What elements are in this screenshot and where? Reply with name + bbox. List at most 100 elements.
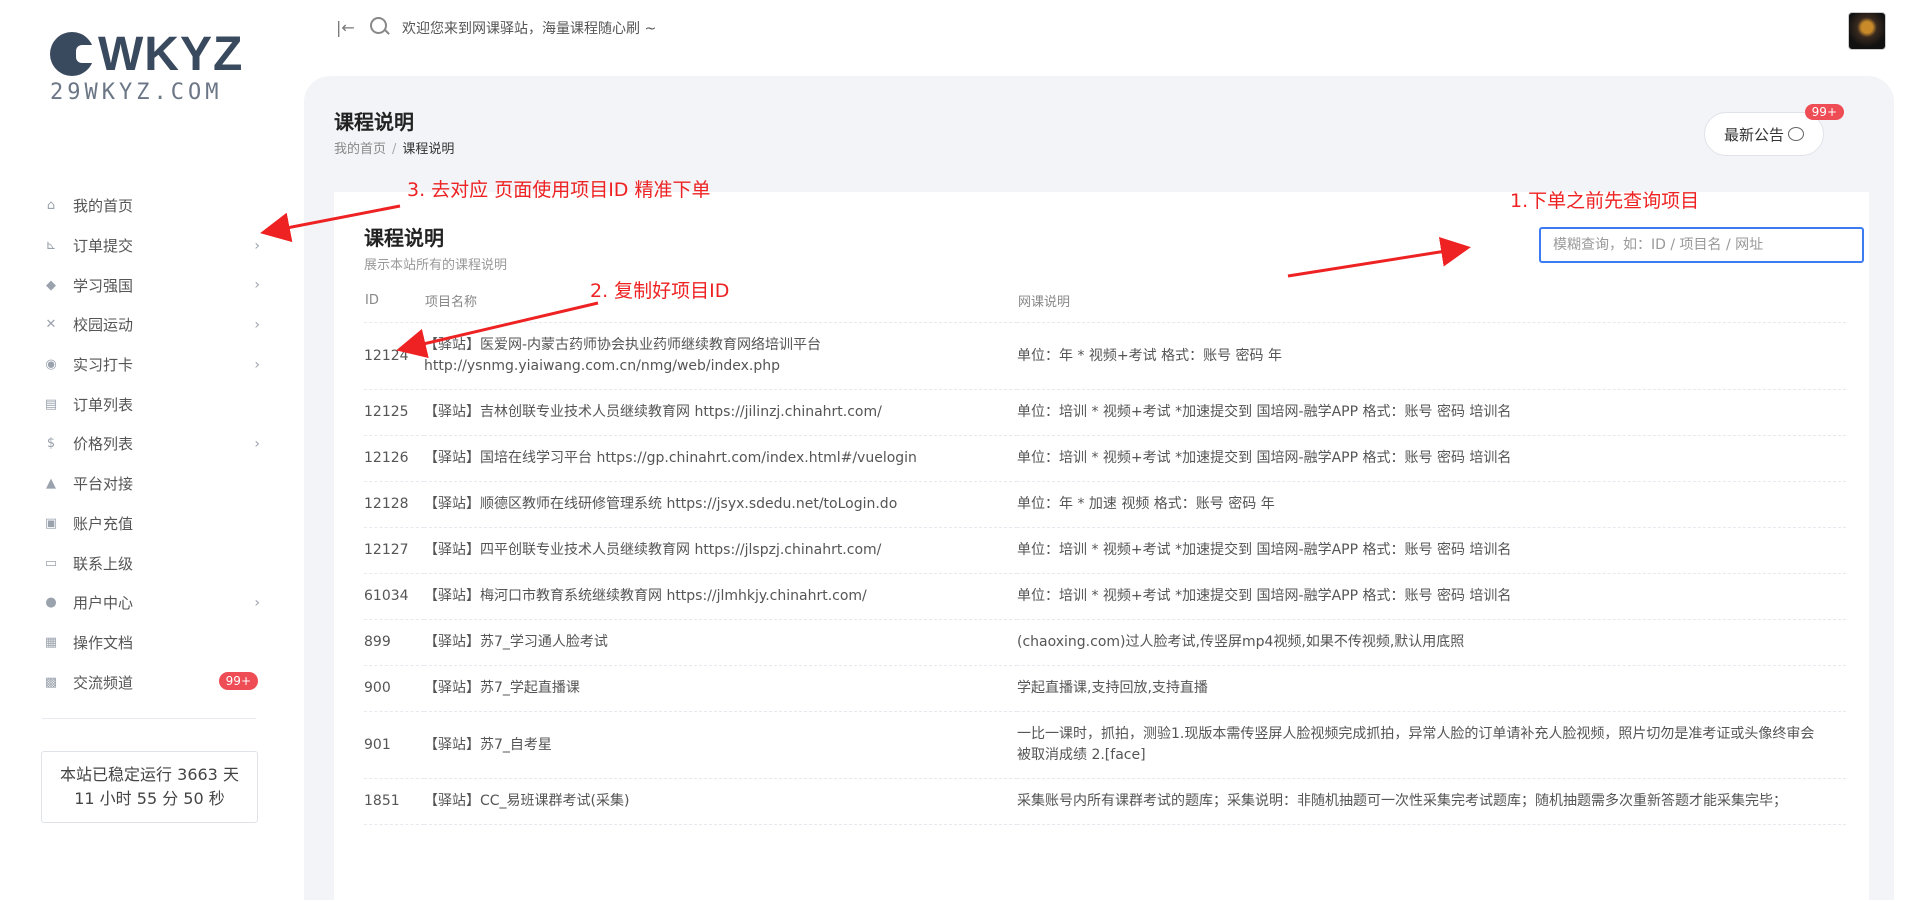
- sidebar-item-2[interactable]: ◆ 学习强国 ›: [40, 265, 262, 305]
- column-header-id[interactable]: ID: [364, 278, 424, 323]
- cell-name: 【驿站】苏7_学起直播课: [424, 665, 1017, 712]
- cell-desc: 一比一课时，抓拍，测验1.现版本需传竖屏人脸视频完成抓拍，异常人脸的订单请补充人…: [1017, 711, 1846, 779]
- table-row[interactable]: 1851 【驿站】CC_易班课群考试(采集) 采集账号内所有课群考试的题库；采集说明…: [364, 778, 1846, 825]
- sidebar-item-12[interactable]: ▩ 交流频道 99+: [40, 662, 262, 702]
- sidebar-item-label: 订单提交: [73, 237, 134, 256]
- table-row[interactable]: 900 【驿站】苏7_学起直播课 学起直播课,支持回放,支持直播: [364, 665, 1846, 712]
- collapse-sidebar-icon[interactable]: |←: [336, 18, 355, 37]
- cart-icon: ⊾: [45, 238, 57, 254]
- table-row[interactable]: 61034 【驿站】梅河口市教育系统继续教育网 https://jlmhkjy.c…: [364, 573, 1846, 620]
- cell-name: 【驿站】吉林创联专业技术人员继续教育网 https://jilinzj.chin…: [424, 389, 1017, 436]
- logo-mark-icon: [50, 32, 98, 76]
- chat-icon: ▩: [44, 674, 58, 690]
- page-title: 课程说明: [334, 110, 414, 134]
- sidebar-item-label: 用户中心: [73, 594, 134, 613]
- cell-id: 61034: [364, 573, 424, 620]
- table-row[interactable]: 12126 【驿站】国培在线学习平台 https://gp.chinahrt.co…: [364, 435, 1846, 482]
- cell-name: 【驿站】苏7_学习通人脸考试: [424, 619, 1017, 666]
- logo-subtext: 29WKYZ.COM: [50, 80, 223, 105]
- table-row[interactable]: 12124 【驿站】医爱网-内蒙古药师协会执业药师继续教育网络培训平台 http:…: [364, 322, 1846, 390]
- sidebar-item-3[interactable]: ✕ 校园运动 ›: [40, 305, 262, 345]
- avatar[interactable]: [1848, 12, 1886, 50]
- cell-id: 1851: [364, 778, 424, 825]
- link-icon: ▲: [46, 476, 56, 492]
- table-row[interactable]: 12128 【驿站】顺德区教师在线研修管理系统 https://jsyx.sded…: [364, 481, 1846, 528]
- chevron-right-icon: ›: [254, 594, 260, 611]
- sidebar-item-label: 校园运动: [73, 316, 134, 335]
- chevron-right-icon: ›: [254, 316, 260, 333]
- cell-desc: 单位：培训 * 视频+考试 *加速提交到 国培网-融学APP 格式：账号 密码 …: [1017, 573, 1846, 620]
- document-icon: ▦: [44, 634, 58, 650]
- announcement-badge: 99+: [1804, 104, 1844, 120]
- table-row[interactable]: 899 【驿站】苏7_学习通人脸考试 (chaoxing.com)过人脸考试,传竖屏…: [364, 619, 1846, 666]
- topbar: |← 欢迎您来到网课驿站，海量课程随心刷 ~: [300, 0, 1920, 60]
- card-subtitle: 展示本站所有的课程说明: [364, 258, 508, 273]
- wallet-icon: ▣: [44, 515, 58, 531]
- user-icon: ●: [45, 595, 57, 611]
- table-header-row: ID 项目名称 网课说明: [364, 278, 1846, 323]
- sidebar-item-8[interactable]: ▣ 账户充值: [40, 504, 262, 544]
- sidebar-item-label: 实习打卡: [73, 356, 134, 375]
- sidebar-nav: ⌂ 我的首页 ⊾ 订单提交 › ◆ 学习强国 › ✕ 校园运动 › ◉ 实习打卡 › ▤ 订单列表 $ 价格列表 ›…: [40, 186, 262, 702]
- table-row[interactable]: 12127 【驿站】四平创联专业技术人员继续教育网 https://jlspzj.…: [364, 527, 1846, 574]
- announcement-button[interactable]: 最新公告: [1704, 112, 1824, 156]
- cell-desc: 单位：年 * 视频+考试 格式：账号 密码 年: [1017, 322, 1846, 390]
- cell-name: 【驿站】顺德区教师在线研修管理系统 https://jsyx.sdedu.net…: [424, 481, 1017, 528]
- cell-id: 12125: [364, 389, 424, 436]
- cell-desc: 单位：培训 * 视频+考试 *加速提交到 国培网-融学APP 格式：账号 密码 …: [1017, 527, 1846, 574]
- cell-name: 【驿站】医爱网-内蒙古药师协会执业药师继续教育网络培训平台 http://ysn…: [424, 322, 1017, 390]
- cell-id: 901: [364, 711, 424, 779]
- chevron-right-icon: ›: [254, 356, 260, 373]
- sidebar-item-1[interactable]: ⊾ 订单提交 ›: [40, 226, 262, 266]
- table-row[interactable]: 901 【驿站】苏7_自考星 一比一课时，抓拍，测验1.现版本需传竖屏人脸视频完成抓…: [364, 711, 1846, 779]
- announcement-label: 最新公告: [1723, 125, 1784, 144]
- sidebar-item-0[interactable]: ⌂ 我的首页: [40, 186, 262, 226]
- uptime-time: 11 小时 55 分 50 秒: [74, 789, 225, 808]
- breadcrumb-home[interactable]: 我的首页: [334, 142, 386, 157]
- annotation-step3: 3. 去对应 页面使用项目ID 精准下单: [407, 179, 711, 201]
- cell-id: 900: [364, 665, 424, 712]
- logo-text: WKYZ: [98, 27, 244, 81]
- home-icon: ⌂: [46, 198, 56, 214]
- course-card: 课程说明 展示本站所有的课程说明 ID 项目名称 网课说明 12124【驿站】医…: [334, 192, 1869, 902]
- sidebar-item-11[interactable]: ▦ 操作文档: [40, 623, 262, 663]
- card-title: 课程说明: [364, 226, 444, 250]
- cell-id: 12124: [364, 322, 424, 390]
- logo[interactable]: WKYZ 29WKYZ.COM: [50, 27, 244, 108]
- sidebar-divider: [42, 718, 256, 719]
- annotation-step2: 2. 复制好项目ID: [590, 280, 730, 302]
- sidebar-item-label: 交流频道: [73, 673, 134, 692]
- sidebar-item-label: 平台对接: [73, 475, 134, 494]
- sidebar-item-10[interactable]: ● 用户中心 ›: [40, 583, 262, 623]
- list-icon: ▤: [44, 396, 58, 412]
- sidebar-item-label: 价格列表: [73, 435, 134, 454]
- table-row[interactable]: 12125 【驿站】吉林创联专业技术人员继续教育网 https://jilinzj…: [364, 389, 1846, 436]
- breadcrumb: 我的首页 / 课程说明: [334, 138, 454, 157]
- sidebar-item-4[interactable]: ◉ 实习打卡 ›: [40, 345, 262, 385]
- sidebar-item-6[interactable]: $ 价格列表 ›: [40, 424, 262, 464]
- graduation-cap-icon: ◆: [46, 277, 56, 293]
- cell-desc: 采集账号内所有课群考试的题库；采集说明：非随机抽题可一次性采集完考试题库；随机抽…: [1017, 778, 1846, 825]
- cell-name: 【驿站】梅河口市教育系统继续教育网 https://jlmhkjy.chinah…: [424, 573, 1017, 620]
- cell-id: 899: [364, 619, 424, 666]
- sidebar-item-5[interactable]: ▤ 订单列表: [40, 384, 262, 424]
- run-icon: ✕: [45, 317, 57, 333]
- cell-desc: 单位：年 * 加速 视频 格式：账号 密码 年: [1017, 481, 1846, 528]
- sidebar: WKYZ 29WKYZ.COM ⌂ 我的首页 ⊾ 订单提交 › ◆ 学习强国 › ✕ 校园运动 › ◉…: [0, 0, 300, 900]
- breadcrumb-current: 课程说明: [402, 142, 455, 157]
- cell-id: 12126: [364, 435, 424, 482]
- uptime-box: 本站已稳定运行 3663 天 11 小时 55 分 50 秒: [41, 751, 258, 823]
- cell-id: 12127: [364, 527, 424, 574]
- sidebar-item-label: 我的首页: [73, 197, 134, 216]
- sidebar-item-7[interactable]: ▲ 平台对接: [40, 464, 262, 504]
- annotation-step1: 1.下单之前先查询项目: [1510, 190, 1700, 212]
- sidebar-item-9[interactable]: ▭ 联系上级: [40, 543, 262, 583]
- column-header-desc[interactable]: 网课说明: [1017, 278, 1846, 323]
- cell-desc: (chaoxing.com)过人脸考试,传竖屏mp4视频,如果不传视频,默认用底…: [1017, 619, 1846, 666]
- cell-name: 【驿站】CC_易班课群考试(采集): [424, 778, 1017, 825]
- cell-name: 【驿站】苏7_自考星: [424, 711, 1017, 779]
- chat-bubble-icon: [1788, 127, 1804, 141]
- search-icon[interactable]: [370, 17, 387, 34]
- cell-desc: 单位：培训 * 视频+考试 *加速提交到 国培网-融学APP 格式：账号 密码 …: [1017, 389, 1846, 436]
- search-input[interactable]: [1539, 227, 1864, 263]
